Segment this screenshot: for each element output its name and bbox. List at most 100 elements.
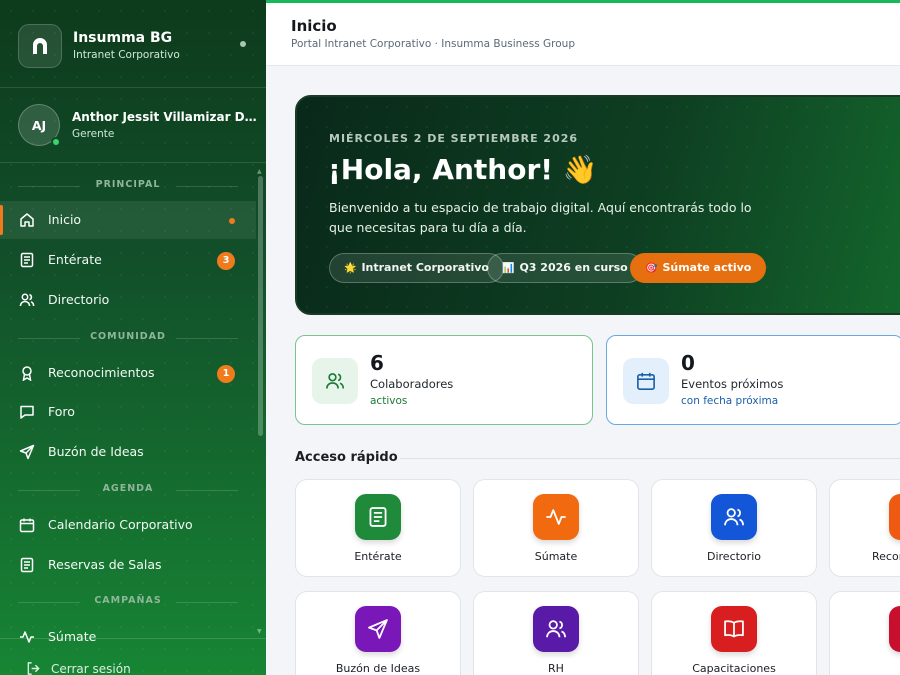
stat-card-colaboradores[interactable]: 6 Colaboradores activos [295,335,593,425]
award-icon [889,494,900,540]
tile-capacitaciones[interactable]: Capacitaciones [651,591,817,675]
tile-label: RH [548,662,564,675]
sidebar-item-directorio[interactable]: Directorio [0,281,256,319]
tile-rh[interactable]: RH [473,591,639,675]
calendar-icon [623,358,669,404]
sidebar-item-label: Directorio [48,292,110,307]
pill-sumate[interactable]: 🎯 Súmate activo [630,253,767,283]
stat-value: 0 [681,351,695,375]
users-icon [19,293,35,307]
sidebar-item-label: Entérate [48,252,102,267]
tile-label: Capacitaciones [692,662,776,675]
divider [0,638,266,639]
brand[interactable]: Insumma BG Intranet Corporativo [18,24,258,68]
sidebar-item-label: Buzón de Ideas [48,444,144,459]
pill-label: Súmate activo [662,261,752,274]
sidebar-item-foro[interactable]: Foro [0,393,256,431]
sidebar-item-buzon-ideas[interactable]: Buzón de Ideas [0,433,256,471]
top-bar: Inicio Portal Intranet Corporativo · Ins… [266,0,900,66]
sidebar: Insumma BG Intranet Corporativo AJ Antho… [0,0,266,675]
tile-more[interactable] [829,591,900,675]
pill-label: Q3 2026 en curso [519,261,628,274]
sidebar-item-label: Calendario Corporativo [48,517,193,532]
stat-label: Colaboradores [370,377,454,391]
divider [0,162,266,163]
sidebar-scrollbar[interactable] [258,176,263,436]
user-profile[interactable]: AJ Anthor Jessit Villamizar Dul... Geren… [18,104,258,148]
section-comunidad: COMUNIDAD [18,331,238,345]
divider [0,87,266,88]
tile-sumate[interactable]: Súmate [473,479,639,577]
room-icon [20,557,34,573]
tile-enterate[interactable]: Entérate [295,479,461,577]
active-dot-icon [229,218,235,224]
notification-badge: 3 [217,252,235,270]
sidebar-item-enterate[interactable]: Entérate 3 [0,241,256,279]
sidebar-item-calendario[interactable]: Calendario Corporativo [0,506,256,544]
logout-label: Cerrar sesión [51,662,131,675]
brand-subtitle: Intranet Corporativo [73,49,180,61]
greeting: ¡Hola, Anthor! 👋 [328,153,598,186]
calendar-icon [19,518,35,533]
stat-value: 6 [370,351,384,375]
sidebar-item-reconocimientos[interactable]: Reconocimientos 1 [0,354,256,392]
status-dot-icon [240,41,246,47]
sidebar-item-label: Súmate [48,629,97,644]
sidebar-item-reservas[interactable]: Reservas de Salas [0,546,256,584]
pill-label: Intranet Corporativo [361,261,489,274]
sidebar-item-label: Reconocimientos [48,365,155,380]
welcome-text: Bienvenido a tu espacio de trabajo digit… [329,200,752,235]
section-campanas: CAMPAÑAS [18,595,238,609]
section-principal: PRINCIPAL [18,179,238,193]
tile-label: Buzón de Ideas [335,662,421,675]
chart-icon: 📊 [502,263,515,274]
notification-badge: 1 [217,365,235,383]
tile-buzon-ideas[interactable]: Buzón de Ideas [295,591,461,675]
users-icon [711,494,757,540]
chat-icon [20,405,34,419]
tile-label: Súmate [534,550,578,563]
page-subtitle: Portal Intranet Corporativo · Insumma Bu… [291,38,576,50]
tile-directorio[interactable]: Directorio [651,479,817,577]
tile-reconocimientos[interactable]: Recon [829,479,900,577]
send-icon [19,444,35,460]
sidebar-item-inicio[interactable]: Inicio [0,201,256,239]
users-icon [533,606,579,652]
star-icon: 🌟 [344,263,357,274]
sidebar-item-label: Inicio [48,212,82,227]
stat-label: Eventos próximos [681,377,784,391]
tile-label: Entérate [354,550,402,563]
stat-card-eventos[interactable]: 0 Eventos próximos con fecha próxima [606,335,900,425]
tile-label: Recon [872,550,900,563]
send-icon [355,606,401,652]
logout-button[interactable]: Cerrar sesión [26,659,226,675]
book-icon [711,606,757,652]
pill-quarter[interactable]: 📊 Q3 2026 en curso [487,253,643,283]
section-agenda: AGENDA [18,483,238,497]
user-name: Anthor Jessit Villamizar Dul... [72,110,258,124]
pill-intranet[interactable]: 🌟 Intranet Corporativo [329,253,504,283]
sidebar-item-label: Foro [48,404,75,419]
activity-icon [20,631,34,643]
scroll-down-icon[interactable]: ▼ [257,628,262,635]
award-icon [22,366,32,381]
app-icon [889,606,900,652]
accent-bar [266,0,900,3]
welcome-banner: MIÉRCOLES 2 DE SEPTIEMBRE 2026 ¡Hola, An… [295,95,900,315]
news-icon [20,252,34,268]
tile-label: Directorio [707,550,761,563]
brand-name: Insumma BG [73,30,173,46]
news-icon [355,494,401,540]
home-icon [20,213,34,227]
brand-logo-icon [18,24,62,68]
divider [400,458,900,459]
stat-sub: activos [370,395,408,407]
online-status-icon [51,137,61,147]
sidebar-item-sumate[interactable]: Súmate [0,618,256,656]
scroll-up-icon[interactable]: ▲ [257,168,262,175]
stat-sub: con fecha próxima [681,395,779,407]
quick-access-title: Acceso rápido [295,450,398,465]
page-title: Inicio [291,17,337,35]
current-date: MIÉRCOLES 2 DE SEPTIEMBRE 2026 [329,132,579,145]
users-icon [312,358,358,404]
